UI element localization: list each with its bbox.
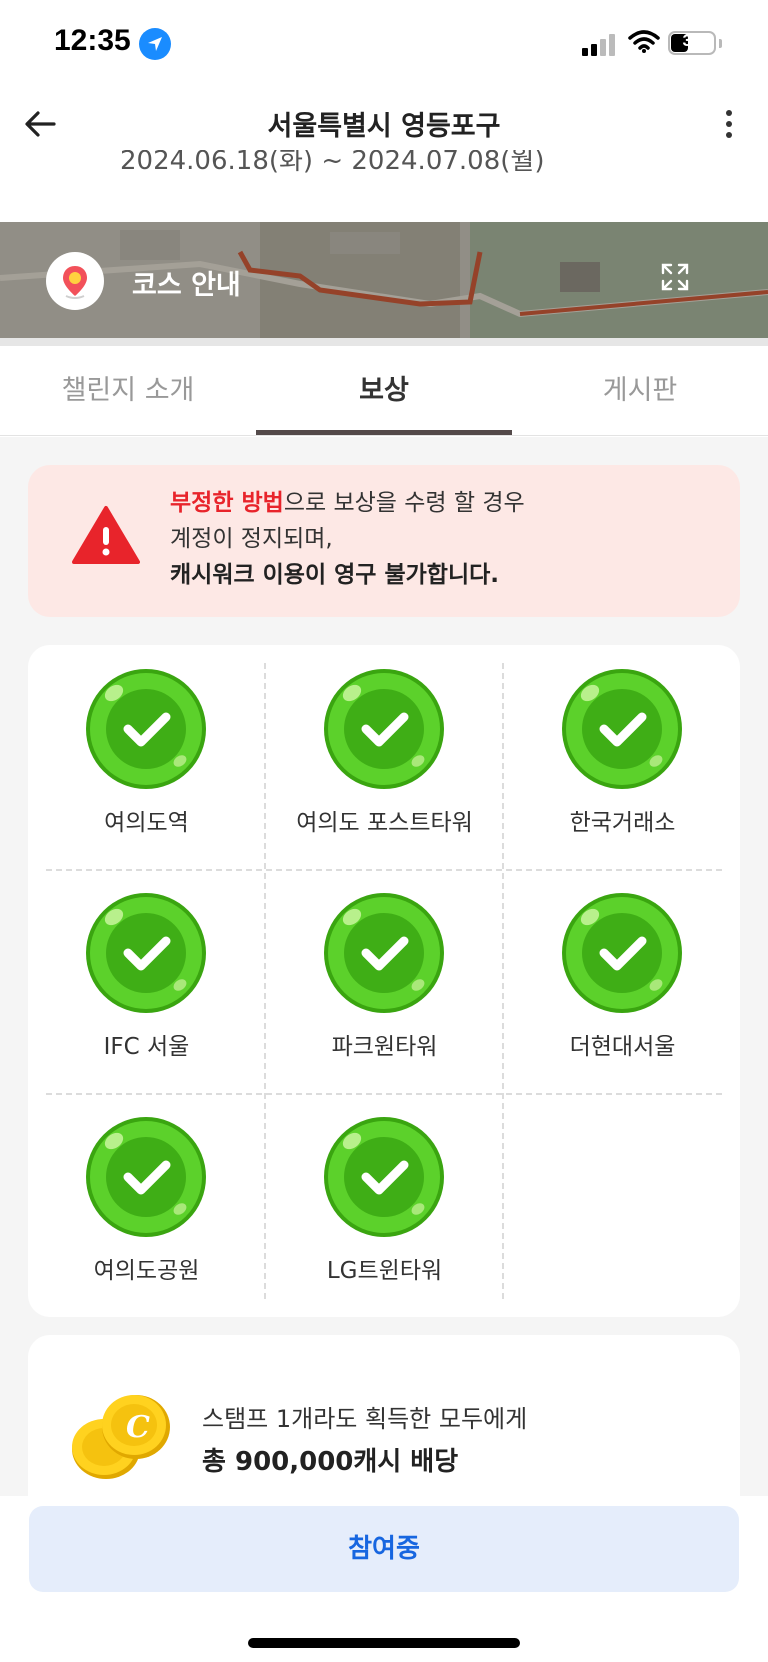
stamp-label: 여의도공원 — [93, 1258, 200, 1284]
expand-icon[interactable] — [660, 262, 690, 292]
stamp-item[interactable]: 여의도 포스트타워 — [266, 645, 503, 869]
warning-highlight: 부정한 방법 — [170, 490, 284, 516]
map-overlay — [0, 222, 768, 338]
page-title: 서울특별시 영등포구 — [267, 111, 501, 142]
check-stamp-icon — [324, 1117, 444, 1237]
participating-button[interactable]: 참여중 — [29, 1506, 739, 1592]
warning-line2: 계정이 정지되며, — [170, 526, 333, 552]
status-bar: 12:35 31 — [0, 0, 768, 90]
stamp-label: 더현대서울 — [569, 1034, 676, 1060]
svg-text:C: C — [126, 1410, 150, 1445]
battery-icon: 31 — [668, 31, 716, 55]
check-stamp-icon — [86, 669, 206, 789]
header: 2024.06.18(화) ~ 2024.07.08(월) 서울특별시 영등포구 — [0, 90, 768, 220]
stamp-grid: 여의도역 여의도 포스트타워 한국거래소 IFC 서울 파크원타워 더현대서울여의도공원 L… — [28, 645, 740, 1317]
reward-content: 부정한 방법으로 보상을 수령 할 경우 계정이 정지되며, 캐시워크 이용이 … — [0, 437, 768, 1662]
stamp-label: 한국거래소 — [569, 810, 676, 836]
warning-triangle-icon — [72, 506, 140, 564]
check-stamp-icon — [562, 669, 682, 789]
stamp-item[interactable]: 한국거래소 — [504, 645, 741, 869]
stamp-item[interactable]: LG트윈타워 — [266, 1093, 503, 1317]
course-icon-badge — [46, 252, 104, 310]
reward-description: 스탬프 1개라도 획득한 모두에게 — [202, 1405, 528, 1433]
check-stamp-icon — [86, 893, 206, 1013]
stamp-item[interactable]: 여의도역 — [28, 645, 265, 869]
warning-text: 부정한 방법으로 보상을 수령 할 경우 계정이 정지되며, 캐시워크 이용이 … — [170, 485, 525, 593]
check-stamp-icon — [324, 893, 444, 1013]
home-indicator — [248, 1638, 520, 1648]
gold-coins-icon: C — [72, 1395, 170, 1479]
check-stamp-icon — [324, 669, 444, 789]
warning-line3: 캐시워크 이용이 영구 불가합니다. — [170, 562, 499, 588]
battery-level: 31 — [682, 31, 702, 50]
more-button[interactable] — [712, 104, 746, 144]
tab-board[interactable]: 게시판 — [512, 346, 768, 436]
check-stamp-icon — [86, 1117, 206, 1237]
stamp-label: IFC 서울 — [103, 1034, 190, 1060]
stamp-item[interactable]: 더현대서울 — [504, 869, 741, 1093]
stamp-item[interactable]: 파크원타워 — [266, 869, 503, 1093]
stamp-label: 여의도역 — [104, 810, 189, 836]
tab-bar: 챌린지 소개 보상 게시판 — [0, 346, 768, 436]
signal-icon — [582, 34, 618, 56]
tab-active-indicator — [256, 430, 512, 435]
stamp-label: LG트윈타워 — [326, 1258, 443, 1284]
course-map-banner[interactable]: 코스 안내 — [0, 222, 768, 338]
bottom-bar: 참여중 — [0, 1496, 768, 1662]
warning-banner: 부정한 방법으로 보상을 수령 할 경우 계정이 정지되며, 캐시워크 이용이 … — [28, 465, 740, 617]
tab-reward[interactable]: 보상 — [256, 346, 512, 436]
stamp-label: 파크원타워 — [331, 1034, 438, 1060]
battery-cap — [719, 39, 722, 48]
location-arrow-icon — [139, 28, 171, 60]
divider — [0, 338, 768, 346]
tab-challenge-intro[interactable]: 챌린지 소개 — [0, 346, 256, 436]
map-pin-icon — [63, 266, 87, 299]
more-vertical-icon — [726, 110, 732, 116]
status-time: 12:35 — [54, 24, 131, 57]
reward-amount: 총 900,000캐시 배당 — [202, 1447, 459, 1477]
stamp-item[interactable]: 여의도공원 — [28, 1093, 265, 1317]
warning-line1: 으로 보상을 수령 할 경우 — [283, 490, 525, 516]
wifi-icon — [628, 30, 660, 53]
check-stamp-icon — [562, 893, 682, 1013]
stamp-label: 여의도 포스트타워 — [296, 810, 473, 836]
course-guide-label: 코스 안내 — [132, 270, 241, 301]
stamp-item[interactable]: IFC 서울 — [28, 869, 265, 1093]
